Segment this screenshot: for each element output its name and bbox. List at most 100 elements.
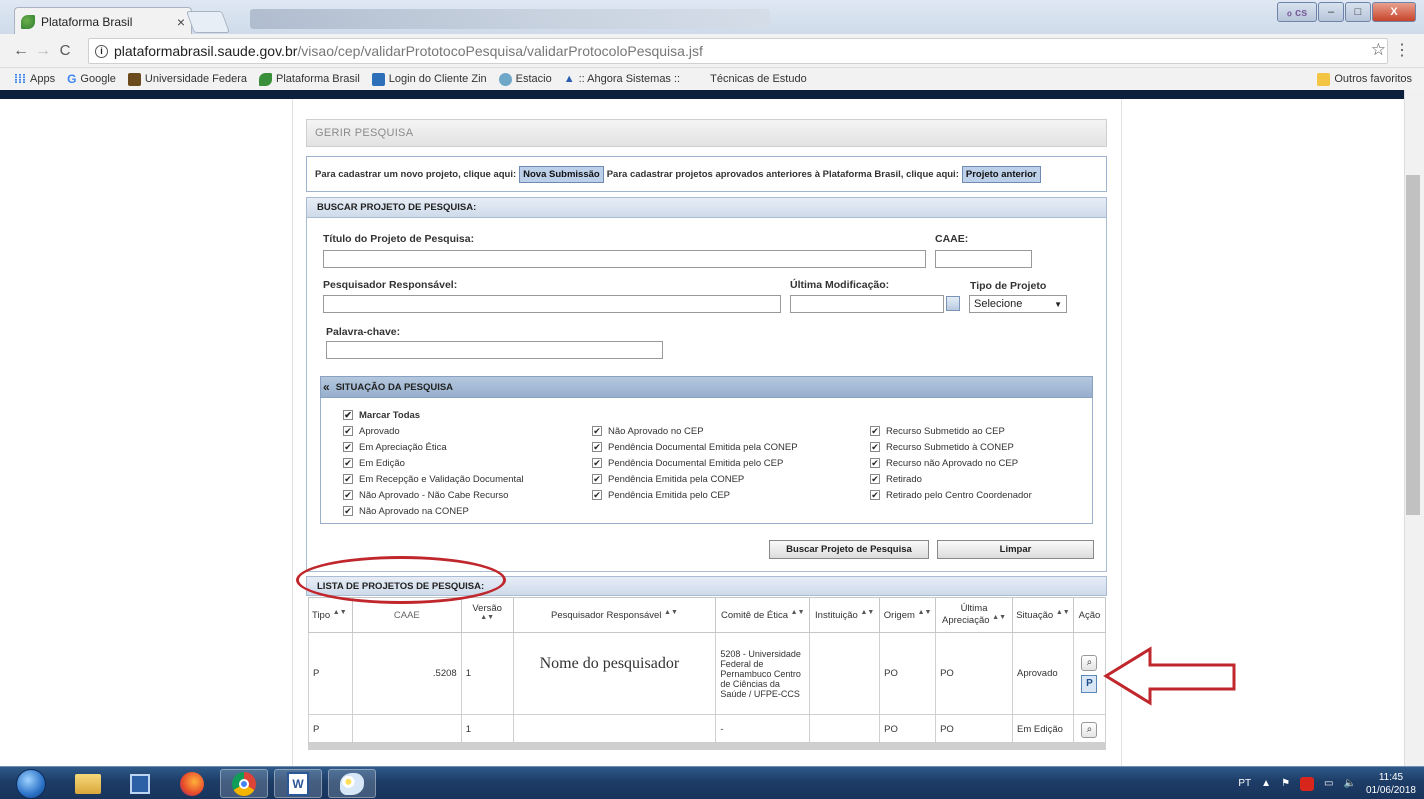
collapse-icon[interactable]: « [323,380,330,394]
status-checkbox[interactable]: ✔ Em Edição [343,455,524,471]
maximize-button[interactable]: □ [1345,2,1371,22]
status-checkbox[interactable]: ✔ Aprovado [343,423,524,439]
tab-close-icon[interactable]: × [177,14,185,30]
col-instituicao[interactable]: Instituição ▲▼ [809,597,881,633]
checkbox-checked-icon[interactable]: ✔ [870,442,880,452]
bookmark-star-icon[interactable]: ☆ [1371,40,1386,60]
col-versao[interactable]: Versão ▲▼ [460,597,514,633]
tray-expand-icon[interactable]: ▲ [1261,778,1271,789]
checkbox-checked-icon[interactable]: ✔ [592,474,602,484]
info-icon[interactable]: i [95,44,108,58]
bookmark-estacio[interactable]: Estacio [498,72,552,86]
send-project-icon[interactable]: P [1081,674,1098,693]
status-checkbox[interactable]: ✔ Pendência Documental Emitida pelo CEP [592,455,798,471]
network-icon[interactable]: ▭ [1324,778,1333,789]
start-button[interactable] [4,768,58,799]
status-checkbox[interactable]: ✔ Recurso Submetido ao CEP [870,423,1032,439]
taskbar-paint[interactable] [328,769,376,798]
checkbox-checked-icon[interactable]: ✔ [343,426,353,436]
last-modification-input[interactable] [790,295,944,313]
new-tab-button[interactable] [185,11,231,33]
checkbox-checked-icon[interactable]: ✔ [343,442,353,452]
status-checkbox[interactable]: ✔ Não Aprovado - Não Cabe Recurso [343,487,524,503]
mark-all-checkbox[interactable]: ✔ Marcar Todas [343,407,524,423]
reload-icon[interactable]: C [54,40,76,62]
previous-project-button[interactable]: Projeto anterior [961,165,1041,183]
status-checkbox[interactable]: ✔ Pendência Emitida pela CONEP [592,471,798,487]
checkbox-checked-icon[interactable]: ✔ [343,410,353,420]
antivirus-icon[interactable] [1300,776,1315,791]
status-checkbox[interactable]: ✔ Recurso não Aprovado no CEP [870,455,1032,471]
col-comite[interactable]: Comitê de Ética ▲▼ [715,597,811,633]
checkbox-checked-icon[interactable]: ✔ [592,490,602,500]
checkbox-checked-icon[interactable]: ✔ [343,458,353,468]
status-checkbox[interactable]: ✔ Retirado pelo Centro Coordenador [870,487,1032,503]
col-tipo[interactable]: Tipo ▲▼ [308,597,353,633]
sort-icon[interactable]: ▲▼ [1056,609,1070,616]
col-origem[interactable]: Origem ▲▼ [879,597,937,633]
flag-icon[interactable]: ⚑ [1281,778,1290,789]
view-detail-icon[interactable]: ⌕ [1081,654,1098,671]
checkbox-checked-icon[interactable]: ✔ [592,426,602,436]
status-checkbox[interactable]: ✔ Não Aprovado na CONEP [343,503,524,519]
status-checkbox[interactable]: ✔ Pendência Documental Emitida pela CONEP [592,439,798,455]
sort-icon[interactable]: ▲▼ [333,609,347,616]
researcher-input[interactable] [323,295,781,313]
status-checkbox[interactable]: ✔ Em Recepção e Validação Documental [343,471,524,487]
taskbar-chrome[interactable] [220,769,268,798]
status-checkbox[interactable]: ✔ Pendência Emitida pelo CEP [592,487,798,503]
bookmark-login-zin[interactable]: Login do Cliente Zin [371,72,487,86]
sort-icon[interactable]: ▲▼ [992,614,1006,621]
keyword-input[interactable] [326,341,663,359]
col-ultima[interactable]: Última Apreciação ▲▼ [935,597,1013,633]
checkbox-checked-icon[interactable]: ✔ [870,490,880,500]
status-checkbox[interactable]: ✔ Em Apreciação Ética [343,439,524,455]
col-situacao[interactable]: Situação ▲▼ [1011,597,1074,633]
taskbar-word[interactable]: W [274,769,322,798]
browser-menu-icon[interactable]: ⋮ [1394,40,1410,60]
bookmark-apps[interactable]: ⁞⁞⁞ Apps [14,72,55,86]
view-detail-icon[interactable]: ⌕ [1081,721,1098,738]
sort-icon[interactable]: ▲▼ [860,609,874,616]
taskbar-firefox[interactable] [168,769,216,798]
checkbox-checked-icon[interactable]: ✔ [343,490,353,500]
forward-icon[interactable]: → [32,40,54,62]
sort-icon[interactable]: ▲▼ [480,614,494,621]
sort-icon[interactable]: ▲▼ [791,609,805,616]
scrollbar-thumb[interactable] [1406,175,1420,515]
sort-icon[interactable]: ▲▼ [918,609,932,616]
status-checkbox[interactable]: ✔ Não Aprovado no CEP [592,423,798,439]
back-icon[interactable]: ← [10,40,32,62]
calendar-icon[interactable] [946,296,960,311]
checkbox-checked-icon[interactable]: ✔ [592,442,602,452]
title-input[interactable] [323,250,926,268]
new-submission-button[interactable]: Nova Submissão [519,165,604,183]
project-type-select[interactable]: Selecione ▼ [969,295,1067,313]
clear-button[interactable]: Limpar [937,540,1094,559]
language-indicator[interactable]: PT [1238,778,1251,789]
minimize-button[interactable]: – [1318,2,1344,22]
caae-input[interactable] [935,250,1032,268]
checkbox-checked-icon[interactable]: ✔ [870,458,880,468]
bookmark-plataforma[interactable]: Plataforma Brasil [259,72,360,86]
bookmark-ahgora[interactable]: ▲ :: Ahgora Sistemas :: [564,73,680,85]
url-bar[interactable]: i plataformabrasil.saude.gov.br/visao/ce… [88,38,1388,64]
taskbar-media[interactable] [116,769,164,798]
bookmark-google[interactable]: G Google [67,72,116,86]
extension-button[interactable]: ℴ cs [1277,2,1317,22]
bookmark-universidade[interactable]: Universidade Federa [127,72,247,86]
checkbox-checked-icon[interactable]: ✔ [870,474,880,484]
bookmark-other[interactable]: Outros favoritos [1317,72,1412,86]
search-button[interactable]: Buscar Projeto de Pesquisa [769,540,929,559]
checkbox-checked-icon[interactable]: ✔ [592,458,602,468]
clock[interactable]: 11:45 01/06/2018 [1366,771,1416,797]
sort-icon[interactable]: ▲▼ [664,609,678,616]
col-pesquisador[interactable]: Pesquisador Responsável ▲▼ [512,597,717,633]
bookmark-tecnicas[interactable]: Técnicas de Estudo [710,73,807,85]
close-window-button[interactable]: X [1372,2,1416,22]
situation-header[interactable]: « SITUAÇÃO DA PESQUISA [320,376,1093,398]
blurred-tab[interactable] [250,9,770,29]
checkbox-checked-icon[interactable]: ✔ [343,474,353,484]
taskbar-explorer[interactable] [64,769,112,798]
browser-tab[interactable]: Plataforma Brasil × [14,7,192,35]
